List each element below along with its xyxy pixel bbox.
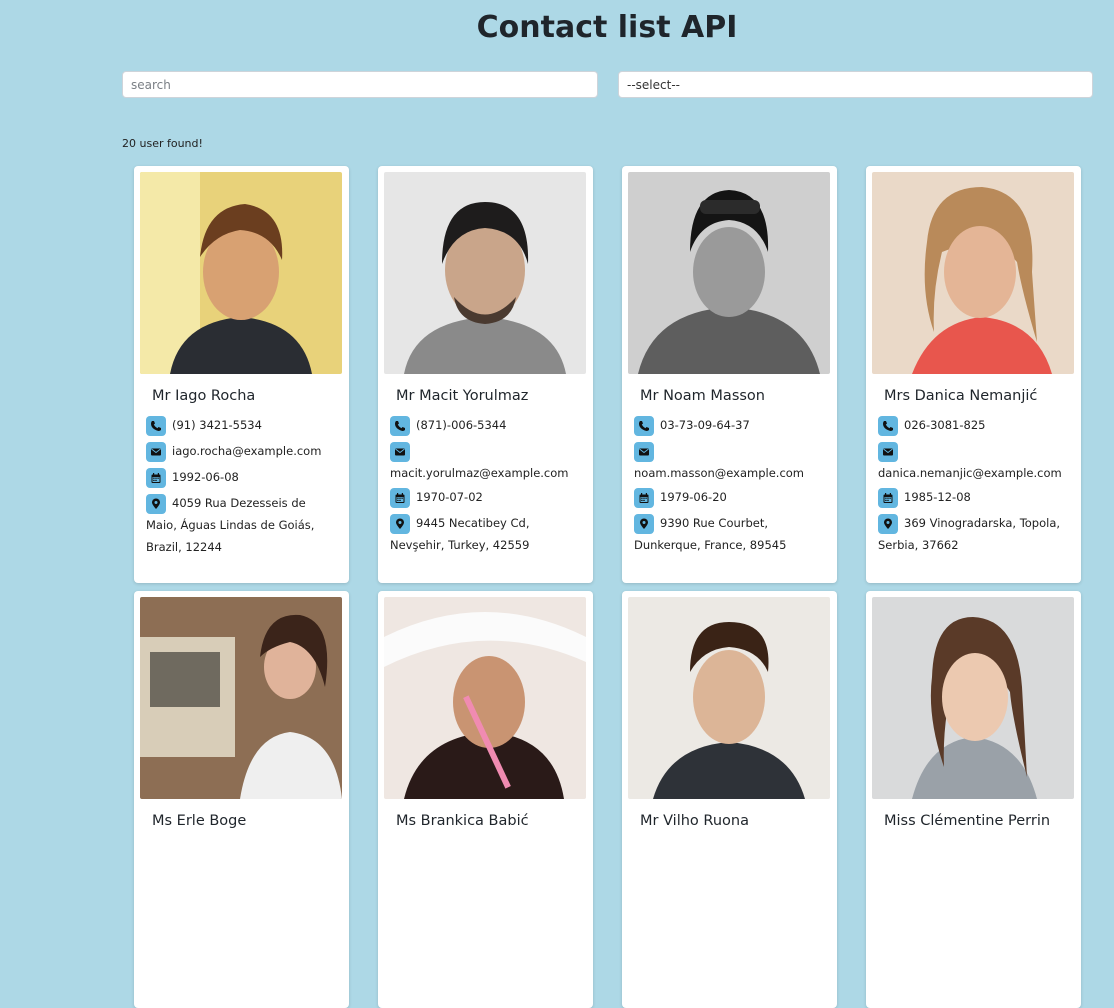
filter-select[interactable]: --select-- (618, 71, 1093, 98)
calendar-icon (390, 487, 410, 508)
contact-name: Mr Macit Yorulmaz (396, 388, 529, 404)
contact-phone: 03-73-09-64-37 (660, 418, 750, 432)
map-marker-icon (146, 493, 166, 514)
contact-photo (872, 597, 1074, 799)
contact-photo (140, 597, 342, 799)
contact-dob: 1992-06-08 (172, 470, 239, 484)
contact-name: Mr Vilho Ruona (640, 813, 749, 829)
contact-name: Miss Clémentine Perrin (884, 813, 1051, 829)
map-marker-icon (634, 513, 654, 534)
contact-dob: 1985-12-08 (904, 490, 971, 504)
contact-name: Ms Brankica Babić (396, 813, 529, 829)
contact-dob: 1970-07-02 (416, 490, 483, 504)
search-input[interactable] (122, 71, 598, 98)
contact-card: Mr Noam Masson 03-73-09-64-37 noam.masso… (622, 166, 837, 583)
contact-phone: 026-3081-825 (904, 418, 986, 432)
contact-name: Mrs Danica Nemanjić (884, 388, 1038, 404)
map-marker-icon (878, 513, 898, 534)
contact-dob: 1979-06-20 (660, 490, 727, 504)
calendar-icon (146, 467, 166, 488)
page-title: Contact list API (476, 10, 738, 45)
contact-address: 369 Vinogradarska, Topola, Serbia, 37662 (878, 516, 1061, 552)
contact-name: Mr Noam Masson (640, 388, 765, 404)
phone-icon (146, 415, 166, 436)
contact-email: danica.nemanjic@example.com (878, 466, 1062, 480)
contact-photo (140, 172, 342, 374)
contact-card: Ms Erle Boge (134, 591, 349, 1008)
contact-card: Miss Clémentine Perrin (866, 591, 1081, 1008)
contact-photo (384, 597, 586, 799)
phone-icon (634, 415, 654, 436)
contact-grid: Mr Iago Rocha (91) 3421-5534 iago.rocha@… (134, 166, 1081, 1008)
phone-icon (390, 415, 410, 436)
calendar-icon (634, 487, 654, 508)
contact-email: noam.masson@example.com (634, 466, 805, 480)
calendar-icon (878, 487, 898, 508)
contact-card: Mr Iago Rocha (91) 3421-5534 iago.rocha@… (134, 166, 349, 583)
envelope-icon (878, 441, 898, 462)
contact-card: Mr Macit Yorulmaz (871)-006-5344 macit.y… (378, 166, 593, 583)
contact-photo (872, 172, 1074, 374)
filter-select-value: --select-- (627, 77, 680, 92)
contact-email: iago.rocha@example.com (172, 444, 322, 458)
contact-photo (384, 172, 586, 374)
phone-icon (878, 415, 898, 436)
contact-phone: (91) 3421-5534 (172, 418, 262, 432)
contact-address: 9445 Necatibey Cd, Nevşehir, Turkey, 425… (390, 516, 530, 552)
contact-email: macit.yorulmaz@example.com (390, 466, 569, 480)
map-marker-icon (390, 513, 410, 534)
contact-name: Mr Iago Rocha (152, 388, 256, 404)
contact-address: 9390 Rue Courbet, Dunkerque, France, 895… (634, 516, 787, 552)
envelope-icon (146, 441, 166, 462)
envelope-icon (634, 441, 654, 462)
contact-photo (628, 172, 830, 374)
envelope-icon (390, 441, 410, 462)
contact-phone: (871)-006-5344 (416, 418, 507, 432)
contact-photo (628, 597, 830, 799)
contact-address: 4059 Rua Dezesseis de Maio, Águas Lindas… (146, 496, 315, 554)
contact-card: Mr Vilho Ruona (622, 591, 837, 1008)
results-count: 20 user found! (122, 137, 203, 150)
contact-card: Ms Brankica Babić (378, 591, 593, 1008)
contact-name: Ms Erle Boge (152, 813, 247, 829)
contact-card: Mrs Danica Nemanjić 026-3081-825 danica.… (866, 166, 1081, 583)
